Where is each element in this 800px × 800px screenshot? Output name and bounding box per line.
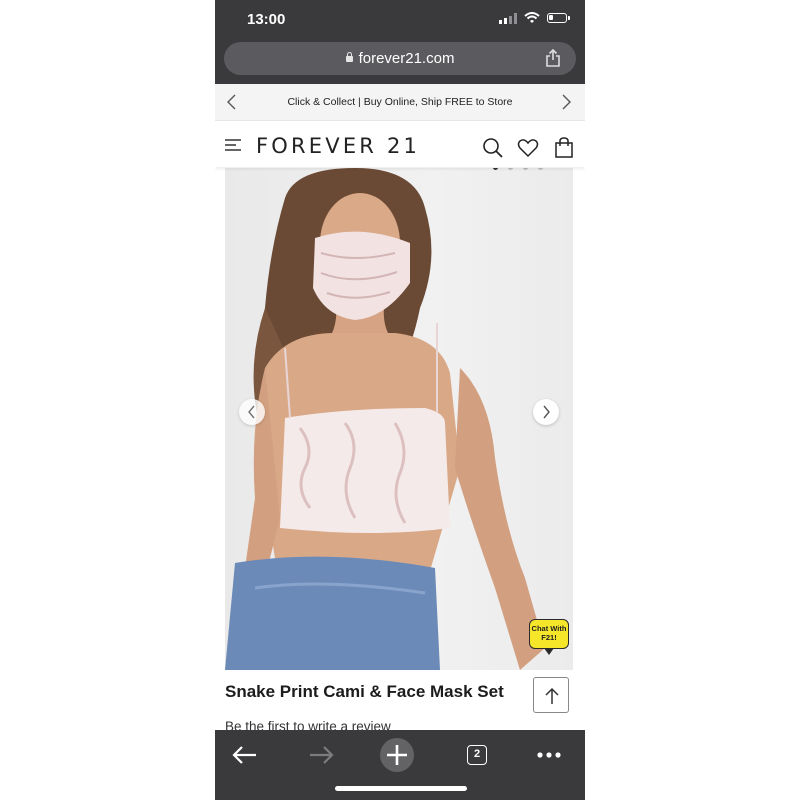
more-options-icon[interactable] <box>532 738 566 772</box>
url-text: forever21.com <box>358 50 455 67</box>
battery-icon <box>547 13 570 23</box>
tab-switcher-button[interactable]: 2 <box>460 738 494 772</box>
forward-arrow-icon[interactable] <box>304 738 338 772</box>
previous-image-button[interactable] <box>239 399 265 425</box>
promo-next-icon[interactable] <box>559 93 573 111</box>
back-arrow-icon[interactable] <box>228 738 262 772</box>
product-title: Snake Print Cami & Face Mask Set <box>225 682 504 701</box>
site-header: FOREVER 21 <box>215 121 585 167</box>
carousel-dot[interactable] <box>508 168 513 170</box>
menu-icon[interactable] <box>225 139 242 151</box>
carousel-dots <box>493 168 543 170</box>
home-indicator <box>335 786 467 791</box>
search-icon[interactable] <box>482 137 504 159</box>
status-icons <box>499 12 570 24</box>
chat-label-line1: Chat With <box>531 624 567 633</box>
scroll-to-top-button[interactable] <box>533 677 569 713</box>
lock-icon <box>345 52 353 62</box>
phone-screen: 13:00 forever21.com Click & Collect | Bu… <box>215 0 585 800</box>
share-icon[interactable] <box>544 48 562 68</box>
site-logo[interactable]: FOREVER 21 <box>256 134 420 158</box>
product-photo <box>225 168 545 670</box>
chevron-left-icon <box>248 405 255 419</box>
arrow-up-icon <box>545 687 559 704</box>
carousel-dot[interactable] <box>538 168 543 170</box>
plus-icon <box>387 745 407 765</box>
wishlist-heart-icon[interactable] <box>517 137 539 159</box>
address-bar[interactable]: forever21.com <box>224 42 576 75</box>
tab-count: 2 <box>467 745 487 765</box>
product-image-carousel[interactable]: Chat With F21! <box>225 168 573 670</box>
browser-top-chrome: 13:00 forever21.com <box>215 0 585 84</box>
chevron-right-icon <box>543 405 550 419</box>
status-time: 13:00 <box>247 11 286 28</box>
promo-banner: Click & Collect | Buy Online, Ship FREE … <box>215 84 585 121</box>
shopping-bag-icon[interactable] <box>553 137 575 159</box>
wifi-icon <box>524 12 540 23</box>
next-image-button[interactable] <box>533 399 559 425</box>
carousel-dot[interactable] <box>523 168 528 170</box>
chat-button[interactable]: Chat With F21! <box>529 619 569 655</box>
promo-text[interactable]: Click & Collect | Buy Online, Ship FREE … <box>215 96 585 108</box>
carousel-dot[interactable] <box>493 168 498 170</box>
signal-icon <box>499 12 517 24</box>
new-tab-button[interactable] <box>380 738 414 772</box>
chat-label-line2: F21! <box>541 633 557 642</box>
